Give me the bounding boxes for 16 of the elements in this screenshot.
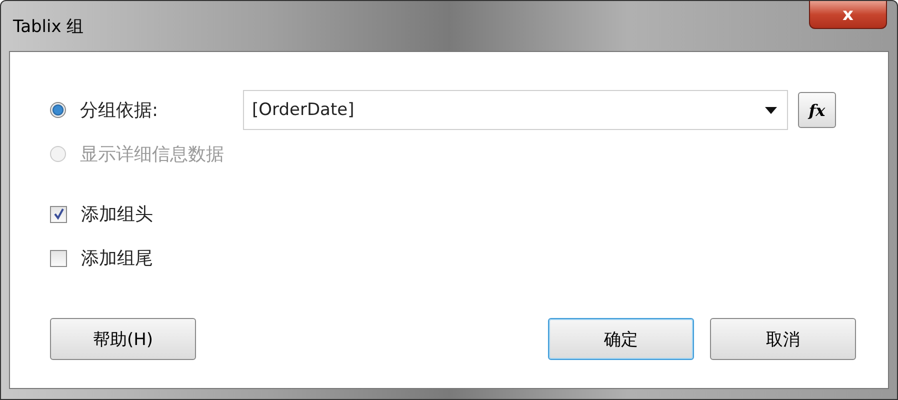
dropdown-value: [OrderDate] <box>252 100 354 120</box>
caret-icon <box>765 106 777 114</box>
group-expression-dropdown[interactable]: [OrderDate] <box>243 90 788 130</box>
close-button[interactable]: x <box>809 1 887 29</box>
checkbox[interactable] <box>50 250 67 266</box>
radio-label: 分组依据: <box>80 99 158 122</box>
cancel-button[interactable]: 取消 <box>710 318 856 360</box>
checkbox[interactable] <box>50 206 67 222</box>
radio-label: 显示详细信息数据 <box>80 143 224 166</box>
checkbox-label: 添加组头 <box>81 203 153 226</box>
ok-button[interactable]: 确定 <box>548 318 694 360</box>
help-button[interactable]: 帮助(H) <box>50 318 196 360</box>
expression-button[interactable]: fx <box>798 92 836 128</box>
radio-button[interactable] <box>50 102 66 118</box>
window-title: Tablix 组 <box>12 16 84 38</box>
checkbox-label: 添加组尾 <box>81 247 153 270</box>
